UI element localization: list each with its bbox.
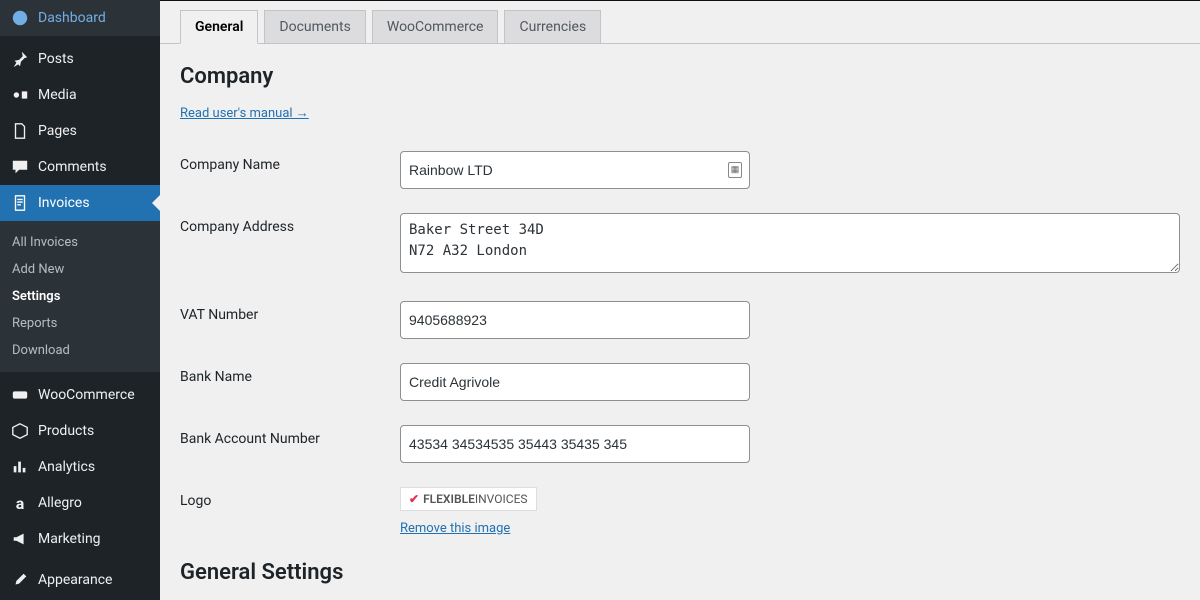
menu-products[interactable]: Products xyxy=(0,413,160,449)
label-bank-name: Bank Name xyxy=(180,363,400,385)
check-icon: ✔ xyxy=(409,492,419,506)
submenu-reports[interactable]: Reports xyxy=(0,310,160,337)
menu-appearance[interactable]: Appearance xyxy=(0,562,160,598)
submenu-invoices: All Invoices Add New Settings Reports Do… xyxy=(0,221,160,372)
menu-label: Allegro xyxy=(38,495,82,511)
products-icon xyxy=(10,421,30,441)
tab-woocommerce[interactable]: WooCommerce xyxy=(372,10,499,43)
dashboard-icon xyxy=(10,8,30,28)
menu-label: Appearance xyxy=(38,572,112,588)
input-vat-number[interactable] xyxy=(400,301,750,339)
megaphone-icon xyxy=(10,529,30,549)
page-icon xyxy=(10,121,30,141)
section-heading-company: Company xyxy=(180,64,1180,89)
menu-label: WooCommerce xyxy=(38,387,135,403)
menu-marketing[interactable]: Marketing xyxy=(0,521,160,557)
menu-invoices[interactable]: Invoices xyxy=(0,185,160,221)
label-vat-number: VAT Number xyxy=(180,301,400,323)
menu-label: Pages xyxy=(38,123,77,139)
settings-tabs: General Documents WooCommerce Currencies xyxy=(160,1,1200,44)
submenu-add-new[interactable]: Add New xyxy=(0,256,160,283)
menu-label: Dashboard xyxy=(38,10,106,26)
label-bank-account: Bank Account Number xyxy=(180,425,400,447)
woocommerce-icon xyxy=(10,385,30,405)
manual-link[interactable]: Read user's manual → xyxy=(180,106,309,121)
menu-woocommerce[interactable]: WooCommerce xyxy=(0,377,160,413)
contact-card-icon[interactable]: ▦ xyxy=(728,162,742,178)
tab-documents[interactable]: Documents xyxy=(264,10,365,43)
section-heading-general: General Settings xyxy=(180,560,1180,585)
menu-analytics[interactable]: Analytics xyxy=(0,449,160,485)
submenu-settings[interactable]: Settings xyxy=(0,283,160,310)
menu-label: Products xyxy=(38,423,94,439)
menu-label: Invoices xyxy=(38,195,90,211)
input-company-address[interactable] xyxy=(400,213,1180,273)
pin-icon xyxy=(10,49,30,69)
main-content: General Documents WooCommerce Currencies… xyxy=(160,0,1200,600)
menu-label: Comments xyxy=(38,159,107,175)
input-bank-name[interactable] xyxy=(400,363,750,401)
input-company-name[interactable] xyxy=(400,151,750,189)
menu-allegro[interactable]: a Allegro xyxy=(0,485,160,521)
tab-currencies[interactable]: Currencies xyxy=(504,10,601,43)
label-company-name: Company Name xyxy=(180,151,400,173)
menu-label: Analytics xyxy=(38,459,95,475)
menu-comments[interactable]: Comments xyxy=(0,149,160,185)
input-bank-account[interactable] xyxy=(400,425,750,463)
analytics-icon xyxy=(10,457,30,477)
brush-icon xyxy=(10,570,30,590)
media-icon xyxy=(10,85,30,105)
menu-media[interactable]: Media xyxy=(0,77,160,113)
menu-dashboard[interactable]: Dashboard xyxy=(0,0,160,36)
menu-label: Media xyxy=(38,87,77,103)
logo-preview[interactable]: ✔ FLEXIBLEINVOICES xyxy=(400,487,537,511)
allegro-icon: a xyxy=(10,493,30,513)
label-logo: Logo xyxy=(180,487,400,509)
label-company-address: Company Address xyxy=(180,213,400,235)
menu-posts[interactable]: Posts xyxy=(0,41,160,77)
comment-icon xyxy=(10,157,30,177)
submenu-download[interactable]: Download xyxy=(0,337,160,364)
remove-image-link[interactable]: Remove this image xyxy=(400,521,1180,536)
submenu-all-invoices[interactable]: All Invoices xyxy=(0,229,160,256)
admin-sidebar: Dashboard Posts Media Pages Comments Inv… xyxy=(0,0,160,600)
menu-label: Marketing xyxy=(38,531,101,547)
menu-label: Posts xyxy=(38,51,74,67)
invoice-icon xyxy=(10,193,30,213)
logo-text-2: INVOICES xyxy=(475,492,528,506)
tab-general[interactable]: General xyxy=(180,10,258,44)
menu-pages[interactable]: Pages xyxy=(0,113,160,149)
logo-text-1: FLEXIBLE xyxy=(423,492,475,506)
